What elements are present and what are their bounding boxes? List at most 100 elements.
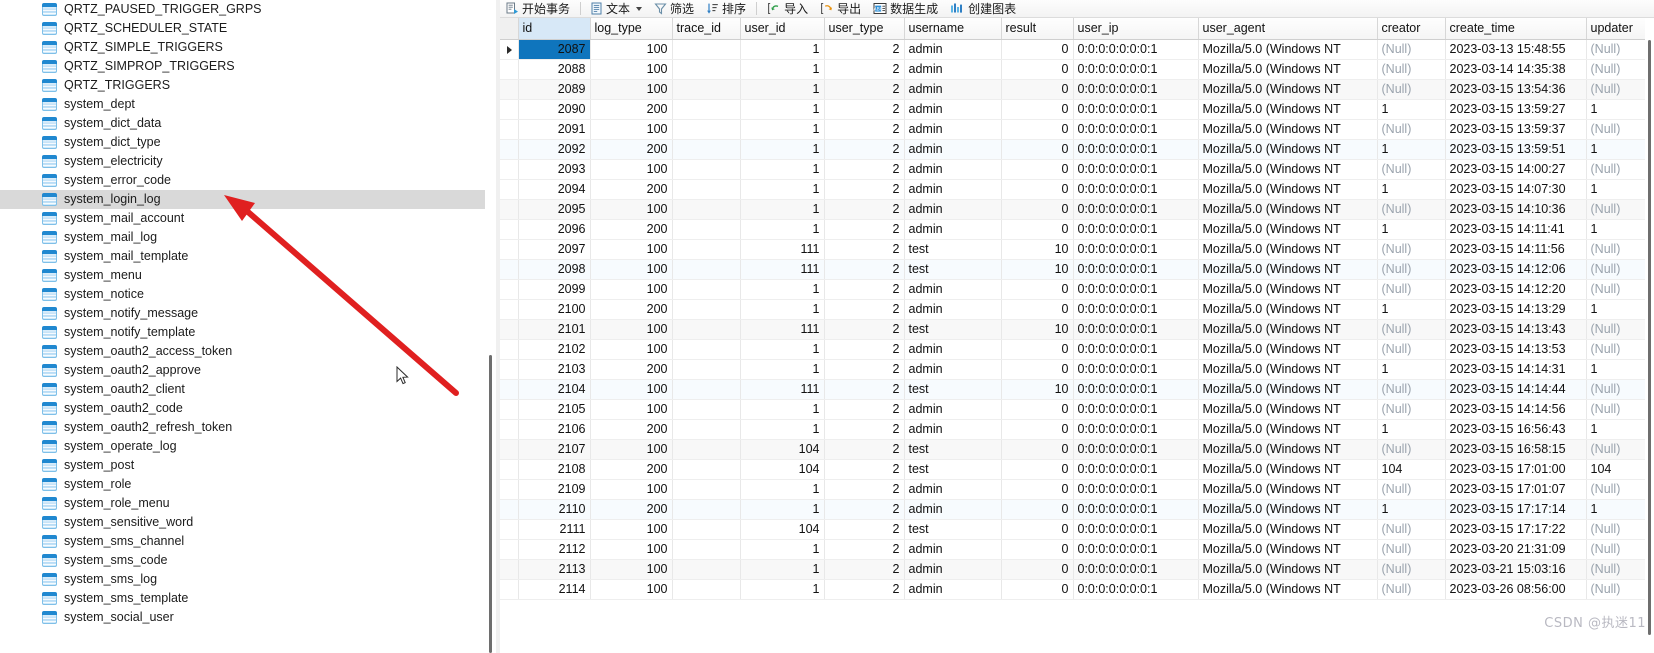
table-list-item[interactable]: system_social_user [0, 608, 485, 627]
cell-user_type[interactable]: 2 [824, 339, 905, 360]
cell-user_ip[interactable]: 0:0:0:0:0:0:0:1 [1073, 199, 1199, 220]
row-marker[interactable] [500, 159, 519, 180]
table-list-item[interactable]: system_post [0, 456, 485, 475]
table-list-item[interactable]: system_sms_template [0, 589, 485, 608]
cell-user_agent[interactable]: Mozilla/5.0 (Windows NT [1198, 259, 1378, 280]
cell-create_time[interactable]: 2023-03-15 14:14:44 [1445, 379, 1587, 400]
row-marker[interactable] [500, 359, 519, 380]
table-list-item[interactable]: system_login_log [0, 190, 485, 209]
row-marker[interactable] [500, 439, 519, 460]
cell-log_type[interactable]: 100 [590, 339, 673, 360]
cell-updater[interactable]: (Null) [1586, 259, 1654, 280]
cell-username[interactable]: admin [904, 499, 1002, 520]
cell-user_id[interactable]: 1 [740, 219, 825, 240]
column-header-username[interactable]: username [904, 18, 1002, 40]
cell-user_ip[interactable]: 0:0:0:0:0:0:0:1 [1073, 179, 1199, 200]
row-marker[interactable] [500, 199, 519, 220]
cell-log_type[interactable]: 100 [590, 119, 673, 140]
cell-updater[interactable]: (Null) [1586, 579, 1654, 600]
cell-creator[interactable]: 1 [1377, 299, 1446, 320]
cell-trace_id[interactable] [672, 199, 741, 220]
cell-create_time[interactable]: 2023-03-15 14:11:56 [1445, 239, 1587, 260]
cell-user_type[interactable]: 2 [824, 279, 905, 300]
cell-username[interactable]: admin [904, 59, 1002, 80]
column-header-user_id[interactable]: user_id [740, 18, 825, 40]
cell-username[interactable]: admin [904, 359, 1002, 380]
table-row[interactable]: 2096 200 1 2 admin 0 0:0:0:0:0:0:0:1 Mozilla/5.… [500, 219, 1654, 240]
cell-user_agent[interactable]: Mozilla/5.0 (Windows NT [1198, 559, 1378, 580]
cell-id[interactable]: 2089 [518, 79, 591, 100]
cell-create_time[interactable]: 2023-03-15 13:59:27 [1445, 99, 1587, 120]
cell-user_type[interactable]: 2 [824, 39, 905, 60]
cell-create_time[interactable]: 2023-03-15 14:14:31 [1445, 359, 1587, 380]
cell-user_type[interactable]: 2 [824, 579, 905, 600]
table-list-item[interactable]: system_dept [0, 95, 485, 114]
cell-updater[interactable]: 1 [1586, 139, 1654, 160]
cell-updater[interactable]: (Null) [1586, 159, 1654, 180]
cell-username[interactable]: admin [904, 119, 1002, 140]
cell-id[interactable]: 2113 [518, 559, 591, 580]
cell-trace_id[interactable] [672, 79, 741, 100]
cell-user_id[interactable]: 104 [740, 439, 825, 460]
cell-user_type[interactable]: 2 [824, 219, 905, 240]
cell-user_type[interactable]: 2 [824, 419, 905, 440]
cell-id[interactable]: 2114 [518, 579, 591, 600]
cell-trace_id[interactable] [672, 279, 741, 300]
cell-result[interactable]: 0 [1001, 359, 1074, 380]
cell-user_agent[interactable]: Mozilla/5.0 (Windows NT [1198, 459, 1378, 480]
table-list-item[interactable]: system_notify_message [0, 304, 485, 323]
cell-updater[interactable]: (Null) [1586, 519, 1654, 540]
cell-user_ip[interactable]: 0:0:0:0:0:0:0:1 [1073, 279, 1199, 300]
row-marker[interactable] [500, 139, 519, 160]
cell-creator[interactable]: (Null) [1377, 79, 1446, 100]
cell-username[interactable]: admin [904, 579, 1002, 600]
cell-creator[interactable]: (Null) [1377, 199, 1446, 220]
cell-username[interactable]: test [904, 459, 1002, 480]
cell-log_type[interactable]: 200 [590, 299, 673, 320]
cell-username[interactable]: test [904, 439, 1002, 460]
cell-create_time[interactable]: 2023-03-15 14:11:41 [1445, 219, 1587, 240]
row-marker[interactable] [500, 339, 519, 360]
row-marker[interactable] [500, 119, 519, 140]
table-row[interactable]: 2114 100 1 2 admin 0 0:0:0:0:0:0:0:1 Mozilla/5.… [500, 579, 1654, 600]
cell-id[interactable]: 2087 [518, 39, 591, 60]
table-row[interactable]: 2112 100 1 2 admin 0 0:0:0:0:0:0:0:1 Mozilla/5.… [500, 539, 1654, 560]
cell-user_id[interactable]: 1 [740, 99, 825, 120]
cell-id[interactable]: 2106 [518, 419, 591, 440]
cell-user_id[interactable]: 111 [740, 239, 825, 260]
cell-trace_id[interactable] [672, 299, 741, 320]
cell-creator[interactable]: (Null) [1377, 439, 1446, 460]
cell-id[interactable]: 2098 [518, 259, 591, 280]
cell-creator[interactable]: (Null) [1377, 559, 1446, 580]
cell-id[interactable]: 2095 [518, 199, 591, 220]
table-row[interactable]: 2093 100 1 2 admin 0 0:0:0:0:0:0:0:1 Mozilla/5.… [500, 159, 1654, 180]
cell-user_agent[interactable]: Mozilla/5.0 (Windows NT [1198, 39, 1378, 60]
cell-log_type[interactable]: 100 [590, 439, 673, 460]
cell-trace_id[interactable] [672, 439, 741, 460]
cell-user_ip[interactable]: 0:0:0:0:0:0:0:1 [1073, 439, 1199, 460]
cell-trace_id[interactable] [672, 479, 741, 500]
cell-log_type[interactable]: 100 [590, 59, 673, 80]
sort-button[interactable]: 排序 [700, 0, 752, 17]
cell-id[interactable]: 2102 [518, 339, 591, 360]
cell-user_agent[interactable]: Mozilla/5.0 (Windows NT [1198, 439, 1378, 460]
cell-result[interactable]: 0 [1001, 499, 1074, 520]
cell-updater[interactable]: 1 [1586, 179, 1654, 200]
cell-updater[interactable]: 1 [1586, 99, 1654, 120]
cell-log_type[interactable]: 200 [590, 179, 673, 200]
cell-create_time[interactable]: 2023-03-14 14:35:38 [1445, 59, 1587, 80]
cell-creator[interactable]: 1 [1377, 419, 1446, 440]
row-marker[interactable] [500, 279, 519, 300]
cell-updater[interactable]: (Null) [1586, 539, 1654, 560]
cell-id[interactable]: 2096 [518, 219, 591, 240]
cell-creator[interactable]: (Null) [1377, 159, 1446, 180]
cell-user_id[interactable]: 1 [740, 419, 825, 440]
cell-updater[interactable]: (Null) [1586, 119, 1654, 140]
table-row[interactable]: 2102 100 1 2 admin 0 0:0:0:0:0:0:0:1 Mozilla/5.… [500, 339, 1654, 360]
row-marker[interactable] [500, 79, 519, 100]
cell-trace_id[interactable] [672, 239, 741, 260]
cell-id[interactable]: 2110 [518, 499, 591, 520]
cell-create_time[interactable]: 2023-03-15 14:13:29 [1445, 299, 1587, 320]
cell-log_type[interactable]: 100 [590, 559, 673, 580]
cell-updater[interactable]: (Null) [1586, 399, 1654, 420]
